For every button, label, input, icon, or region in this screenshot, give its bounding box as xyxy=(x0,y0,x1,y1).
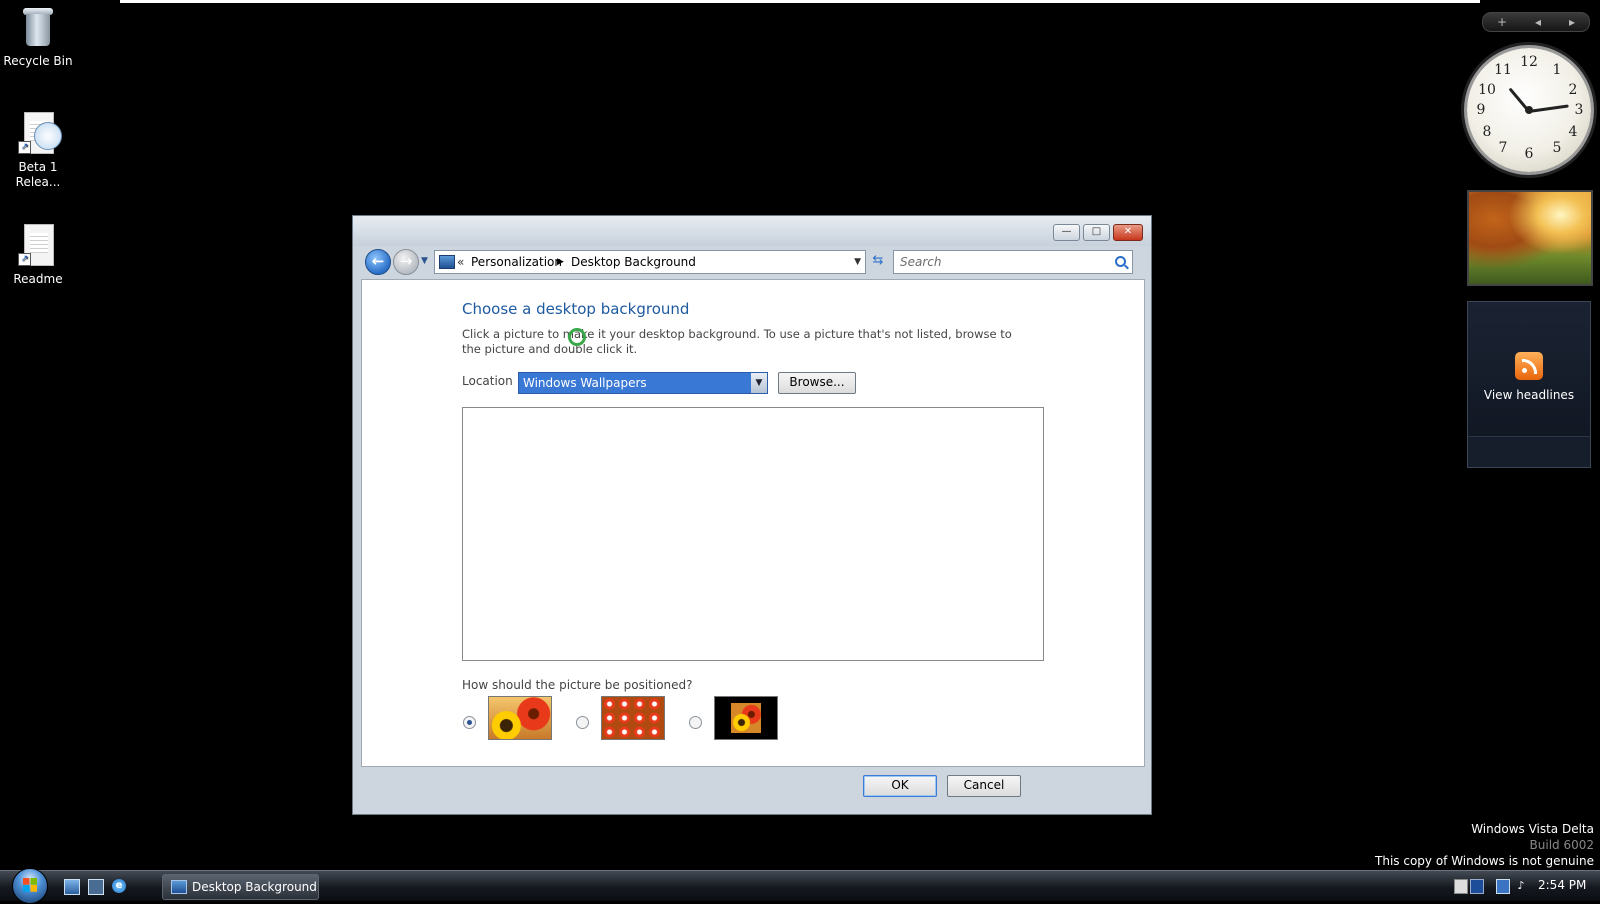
taskbar-item-desktop-background[interactable]: Desktop Background xyxy=(162,874,319,900)
position-question: How should the picture be positioned? xyxy=(462,678,693,692)
clock-number: 9 xyxy=(1476,102,1486,118)
internet-explorer-icon[interactable]: e xyxy=(112,879,126,893)
busy-cursor-icon xyxy=(568,328,586,346)
watermark-edition: Windows Vista Delta xyxy=(1471,822,1594,836)
recycle-bin-icon xyxy=(18,4,58,50)
desktop-background-window: — □ ✕ ← → ▼ « Personalization ▶ Desktop … xyxy=(352,215,1152,815)
cancel-button[interactable]: Cancel xyxy=(947,775,1021,797)
location-selected-value: Windows Wallpapers xyxy=(523,376,647,390)
forward-button[interactable]: → xyxy=(393,249,419,275)
maximize-button[interactable]: □ xyxy=(1083,224,1110,241)
desktop-icon-label: Recycle Bin xyxy=(3,54,73,68)
taskbar-item-label: Desktop Background xyxy=(192,880,317,894)
clock-number: 6 xyxy=(1524,146,1534,162)
address-bar[interactable]: « Personalization ▶ Desktop Background ▼ xyxy=(434,250,866,274)
sidebar-gadget-toolbar: + ◂ ▸ xyxy=(1482,12,1590,32)
search-placeholder: Search xyxy=(900,255,942,269)
volume-icon[interactable]: ♪ xyxy=(1514,879,1528,892)
position-tile-radio[interactable] xyxy=(576,716,589,729)
top-edge-strip xyxy=(120,0,1480,3)
search-icon[interactable] xyxy=(1115,256,1126,267)
position-center-radio[interactable] xyxy=(689,716,702,729)
clock-number: 3 xyxy=(1574,102,1584,118)
address-chevron[interactable]: « xyxy=(457,251,464,273)
ok-button[interactable]: OK xyxy=(863,775,937,797)
clock-number: 7 xyxy=(1498,140,1508,156)
safely-remove-icon[interactable] xyxy=(1454,879,1468,894)
clock-minute-hand xyxy=(1528,104,1569,113)
center-preview-thumbnail[interactable] xyxy=(714,696,778,740)
readme-desktop-icon[interactable]: ↗ Readme xyxy=(0,222,76,287)
start-button[interactable] xyxy=(12,868,48,904)
desktop-icon-label: Readme xyxy=(13,272,63,286)
instructions-text: Click a picture to make it your desktop … xyxy=(462,327,1012,356)
clock-number: 1 xyxy=(1552,62,1562,78)
location-label: Location xyxy=(462,374,513,388)
view-headlines-link[interactable]: View headlines xyxy=(1468,388,1590,402)
clock-number: 10 xyxy=(1478,82,1496,98)
control-panel-icon xyxy=(439,255,455,269)
tray-clock[interactable]: 2:54 PM xyxy=(1538,878,1586,892)
add-gadget-icon[interactable]: + xyxy=(1497,15,1507,29)
document-shortcut-icon: ↗ xyxy=(18,110,62,156)
back-button[interactable]: ← xyxy=(365,249,391,275)
window-titlebar[interactable]: — □ ✕ xyxy=(353,216,1151,246)
desktop-icon-label: Beta 1 Relea... xyxy=(15,160,61,189)
recycle-bin-desktop-icon[interactable]: Recycle Bin xyxy=(0,4,76,69)
clock-number: 2 xyxy=(1568,82,1578,98)
breadcrumb-separator-icon[interactable]: ▶ xyxy=(557,251,564,273)
clock-number: 11 xyxy=(1494,62,1512,78)
switch-windows-icon[interactable] xyxy=(88,879,104,895)
picture-list[interactable] xyxy=(462,407,1044,661)
chevron-down-icon[interactable]: ▼ xyxy=(751,373,767,393)
windows-watermark: Windows Vista Delta Build 6002 This copy… xyxy=(1375,821,1594,869)
rss-feed-icon xyxy=(1515,352,1543,380)
clock-number: 12 xyxy=(1520,54,1538,70)
feed-headlines-gadget[interactable]: View headlines xyxy=(1467,301,1591,468)
beta1-release-desktop-icon[interactable]: ↗ Beta 1 Relea... xyxy=(0,110,76,190)
address-dropdown-icon[interactable]: ▼ xyxy=(854,251,861,273)
watermark-genuine-notice: This copy of Windows is not genuine xyxy=(1375,854,1594,868)
breadcrumb-desktop-background[interactable]: Desktop Background xyxy=(571,251,696,273)
recent-pages-dropdown-icon[interactable]: ▼ xyxy=(421,256,428,266)
system-tray: ♪ 2:54 PM xyxy=(1452,877,1598,895)
control-panel-icon xyxy=(171,880,187,894)
clock-number: 5 xyxy=(1552,140,1562,156)
dialog-footer: OK Cancel xyxy=(361,766,1143,806)
breadcrumb-personalization[interactable]: Personalization xyxy=(471,251,562,273)
clock-gadget[interactable]: 12 1 2 3 4 5 6 7 8 9 10 11 xyxy=(1467,48,1591,172)
browse-button[interactable]: Browse... xyxy=(778,372,856,394)
language-bar-icon[interactable] xyxy=(1470,879,1484,894)
location-dropdown[interactable]: Windows Wallpapers ▼ xyxy=(518,372,768,394)
page-title: Choose a desktop background xyxy=(462,300,690,318)
navigation-bar: ← → ▼ « Personalization ▶ Desktop Backgr… xyxy=(361,246,1141,278)
watermark-build: Build 6002 xyxy=(1529,838,1594,852)
tile-preview-thumbnail[interactable] xyxy=(601,696,665,740)
clock-center xyxy=(1525,106,1533,114)
search-input[interactable]: Search xyxy=(893,250,1133,274)
taskbar: e Desktop Background ♪ 2:54 PM xyxy=(0,868,1600,904)
document-shortcut-icon: ↗ xyxy=(18,222,58,268)
slideshow-gadget[interactable] xyxy=(1467,190,1593,286)
minimize-button[interactable]: — xyxy=(1053,224,1080,241)
position-fill-radio[interactable] xyxy=(463,716,476,729)
previous-icon[interactable]: ◂ xyxy=(1535,15,1541,29)
clock-number: 4 xyxy=(1568,124,1578,140)
clock-number: 8 xyxy=(1482,124,1492,140)
fill-preview-thumbnail[interactable] xyxy=(488,696,552,740)
refresh-icon[interactable]: ⇆ xyxy=(869,252,887,270)
next-icon[interactable]: ▸ xyxy=(1569,15,1575,29)
close-button[interactable]: ✕ xyxy=(1113,224,1143,241)
network-icon[interactable] xyxy=(1496,879,1510,894)
show-desktop-icon[interactable] xyxy=(64,879,80,895)
feed-gadget-footer xyxy=(1468,436,1590,467)
content-pane: Choose a desktop background Click a pict… xyxy=(361,279,1145,767)
